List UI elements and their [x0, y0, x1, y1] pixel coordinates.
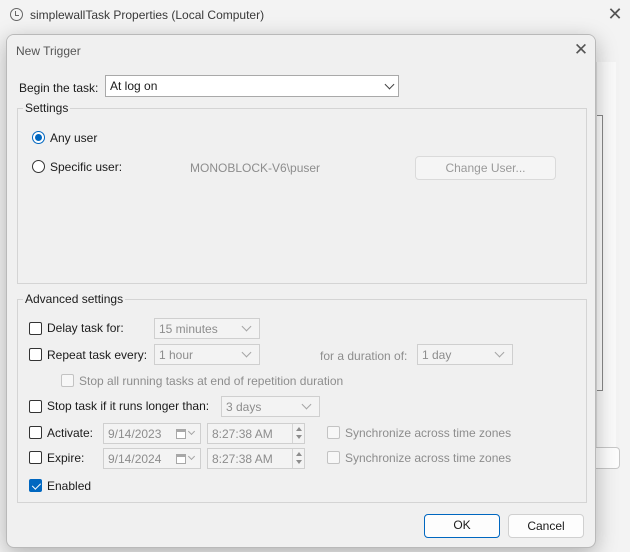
time-spinner[interactable] — [292, 424, 304, 443]
close-icon[interactable]: ✕ — [571, 41, 591, 61]
activate-date-value: 9/14/2023 — [108, 427, 162, 441]
ok-button[interactable]: OK — [424, 514, 500, 538]
chevron-down-icon — [241, 321, 252, 332]
activate-sync-label: Synchronize across time zones — [345, 426, 512, 440]
enabled-label: Enabled — [47, 479, 92, 493]
stop-task-longer-value: 3 days — [226, 400, 262, 414]
calendar-icon — [176, 429, 186, 439]
parent-list-frame — [597, 115, 603, 391]
begin-task-select[interactable]: At log on — [105, 75, 399, 97]
activate-date-picker[interactable]: 9/14/2023 — [103, 423, 201, 444]
calendar-icon — [176, 454, 186, 464]
any-user-label: Any user — [50, 131, 98, 145]
specific-user-radio[interactable] — [32, 160, 45, 173]
expire-sync-checkbox[interactable] — [327, 451, 340, 464]
begin-task-value: At log on — [110, 79, 158, 93]
delay-task-select[interactable]: 15 minutes — [154, 318, 260, 339]
activate-sync-checkbox[interactable] — [327, 426, 340, 439]
dialog-titlebar: New Trigger ✕ — [7, 35, 595, 65]
expire-date-picker[interactable]: 9/14/2024 — [103, 448, 201, 469]
spin-up-icon[interactable] — [296, 427, 302, 431]
advanced-settings-title: Advanced settings — [23, 292, 126, 306]
duration-select[interactable]: 1 day — [417, 344, 513, 365]
enabled-checkbox[interactable] — [29, 479, 42, 492]
task-scheduler-icon — [10, 8, 23, 21]
stop-task-longer-select[interactable]: 3 days — [221, 396, 320, 417]
change-user-button[interactable]: Change User... — [415, 156, 556, 180]
activate-checkbox[interactable] — [29, 426, 42, 439]
expire-label: Expire: — [47, 451, 85, 465]
begin-task-label: Begin the task: — [19, 81, 99, 95]
dialog-title: New Trigger — [16, 44, 81, 58]
expire-date-value: 9/14/2024 — [108, 452, 162, 466]
stop-task-longer-checkbox[interactable] — [29, 400, 42, 413]
parent-button[interactable] — [596, 447, 620, 469]
expire-time-picker[interactable]: 8:27:38 AM — [207, 448, 305, 469]
cancel-button[interactable]: Cancel — [508, 514, 584, 538]
delay-task-value: 15 minutes — [159, 322, 218, 336]
stop-running-tasks-checkbox[interactable] — [61, 374, 74, 387]
chevron-down-icon — [241, 347, 252, 358]
repeat-task-value: 1 hour — [159, 348, 194, 362]
repeat-task-checkbox[interactable] — [29, 348, 42, 361]
parent-close-icon[interactable]: ✕ — [604, 4, 626, 26]
delay-task-checkbox[interactable] — [29, 322, 42, 335]
duration-label: for a duration of: — [320, 349, 408, 363]
expire-sync-label: Synchronize across time zones — [345, 451, 512, 465]
parent-window-title: simplewallTask Properties (Local Compute… — [30, 8, 265, 22]
expire-time-value: 8:27:38 AM — [212, 452, 273, 466]
stop-running-tasks-label: Stop all running tasks at end of repetit… — [79, 374, 344, 388]
settings-group — [17, 108, 587, 284]
delay-task-label: Delay task for: — [47, 321, 124, 335]
settings-group-title: Settings — [23, 101, 71, 115]
chevron-down-icon — [187, 427, 196, 436]
repeat-task-label: Repeat task every: — [47, 348, 148, 362]
spin-down-icon[interactable] — [296, 460, 302, 464]
any-user-radio[interactable] — [32, 131, 45, 144]
activate-label: Activate: — [47, 426, 94, 440]
time-spinner[interactable] — [292, 449, 304, 468]
expire-checkbox[interactable] — [29, 451, 42, 464]
chevron-down-icon — [384, 79, 395, 90]
chevron-down-icon — [301, 399, 312, 410]
activate-time-value: 8:27:38 AM — [212, 427, 273, 441]
stop-task-longer-label: Stop task if it runs longer than: — [47, 399, 210, 413]
activate-time-picker[interactable]: 8:27:38 AM — [207, 423, 305, 444]
spin-down-icon[interactable] — [296, 435, 302, 439]
new-trigger-dialog: New Trigger ✕ Begin the task: At log on … — [6, 34, 596, 548]
duration-value: 1 day — [422, 348, 452, 362]
chevron-down-icon — [494, 347, 505, 358]
user-name-value: MONOBLOCK-V6\puser — [190, 161, 321, 175]
parent-titlebar: simplewallTask Properties (Local Compute… — [0, 0, 630, 30]
specific-user-label: Specific user: — [50, 160, 123, 174]
repeat-task-select[interactable]: 1 hour — [154, 344, 260, 365]
chevron-down-icon — [187, 452, 196, 461]
spin-up-icon[interactable] — [296, 452, 302, 456]
